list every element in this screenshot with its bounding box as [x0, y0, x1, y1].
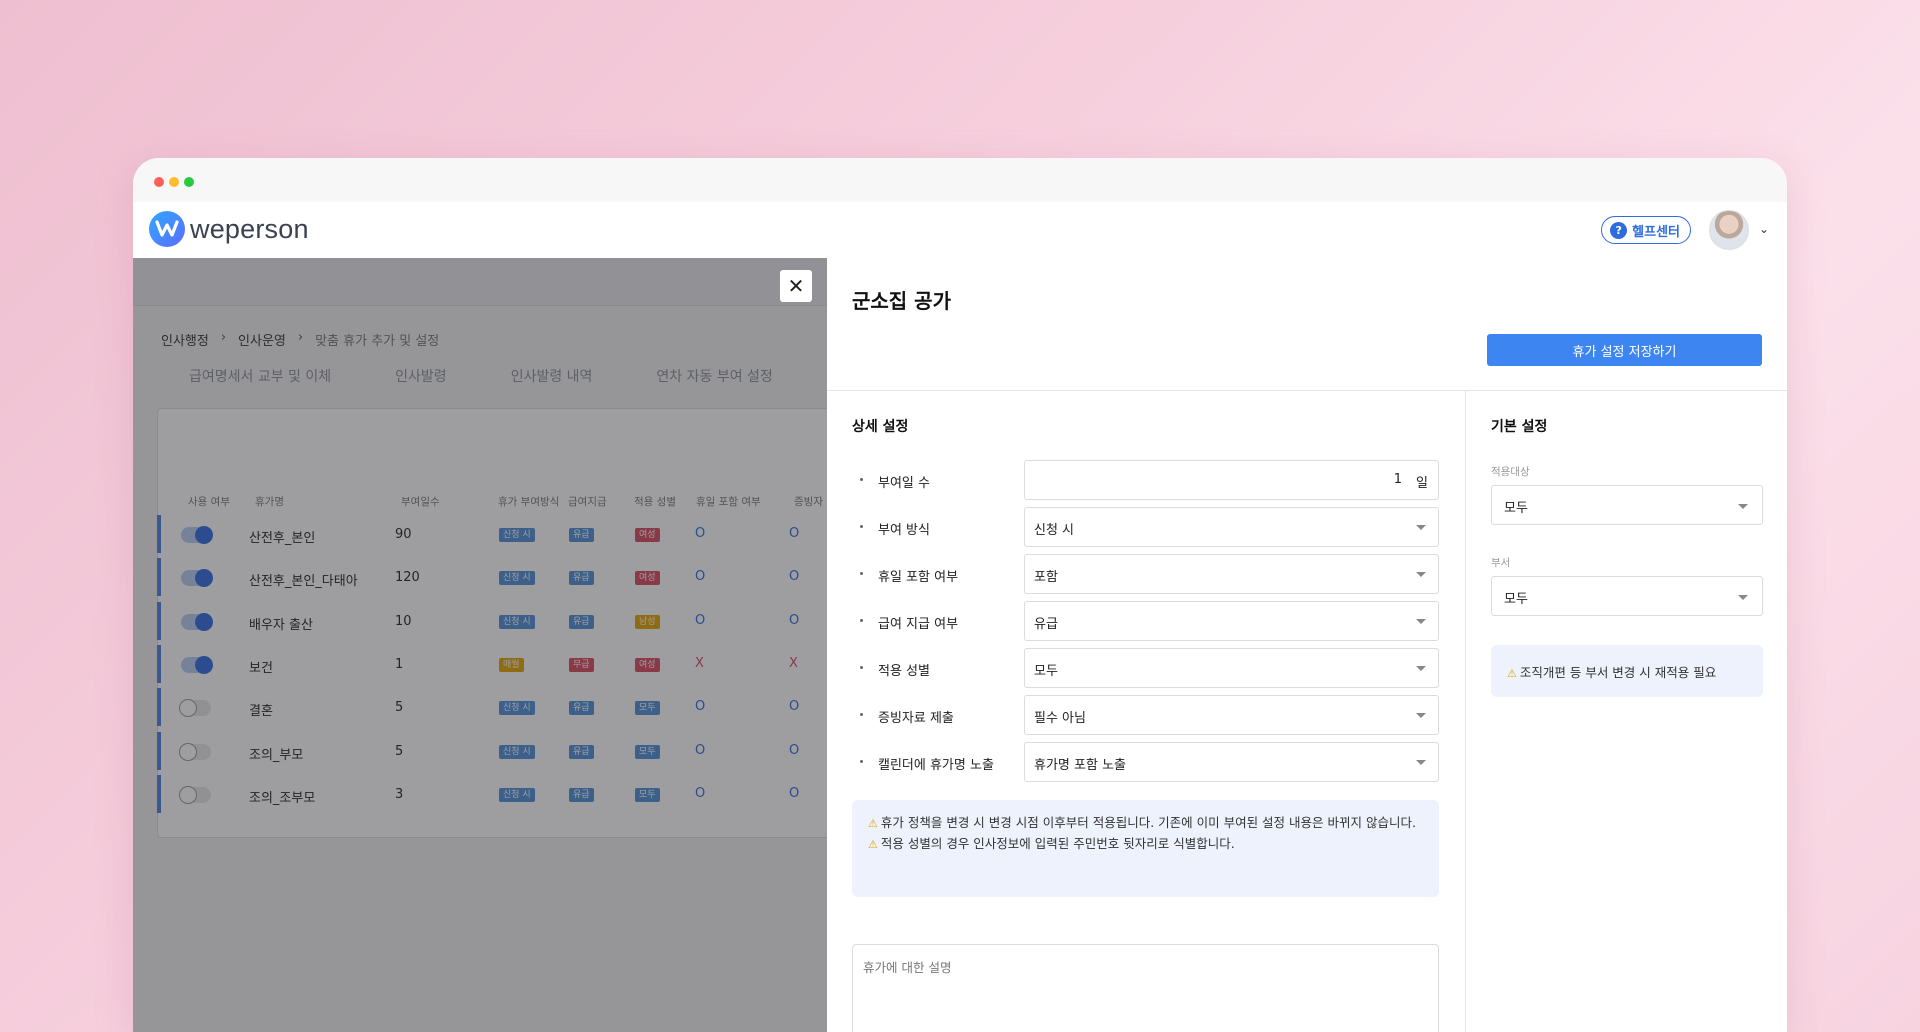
grant-method-select[interactable]: 신청 시 [1024, 507, 1439, 547]
field-proof: 증빙자료 제출 필수 아님 [852, 695, 1439, 735]
close-icon: ✕ [787, 274, 805, 298]
help-center-button[interactable]: ? 헬프센터 [1601, 216, 1691, 244]
notice-text: 조직개편 등 부서 변경 시 재적용 필요 [1519, 665, 1717, 680]
close-window-dot[interactable] [154, 177, 164, 187]
logo-icon [149, 211, 185, 247]
select-value: 포함 [1034, 570, 1058, 585]
field-include-holiday: 휴일 포함 여부 포함 [852, 554, 1439, 594]
bullet [860, 713, 863, 716]
field-grant-days: 부여일 수 1 일 [852, 460, 1439, 500]
gender-select[interactable]: 모두 [1024, 648, 1439, 688]
department-select[interactable]: 모두 [1491, 576, 1763, 616]
chevron-down-icon [1738, 504, 1748, 509]
include-holiday-select[interactable]: 포함 [1024, 554, 1439, 594]
logo-text: weperson [190, 213, 309, 244]
warning-icon: ⚠ [868, 817, 878, 830]
field-label: 증빙자료 제출 [878, 711, 954, 726]
chevron-down-icon [1416, 525, 1426, 530]
select-value: 모두 [1504, 592, 1528, 607]
field-label: 캘린더에 휴가명 노출 [878, 758, 994, 773]
policy-notice: ⚠ 휴가 정책을 변경 시 변경 시점 이후부터 적용됩니다. 기존에 이미 부여… [852, 800, 1439, 897]
notice-text: 적용 성별의 경우 인사정보에 입력된 주민번호 뒷자리로 식별합니다. [880, 836, 1235, 851]
window-titlebar [133, 158, 1787, 202]
divider [1465, 390, 1466, 1032]
chevron-down-icon [1416, 760, 1426, 765]
notice-line: ⚠ 적용 성별의 경우 인사정보에 입력된 주민번호 뒷자리로 식별합니다. [868, 834, 1423, 855]
leave-settings-panel: 군소집 공가 휴가 설정 저장하기 상세 설정 부여일 수 1 일 부여 방식 … [827, 258, 1787, 1032]
grant-days-value: 1 [1393, 472, 1402, 487]
field-label: 적용 성별 [878, 664, 930, 679]
department-notice: ⚠ 조직개편 등 부서 변경 시 재적용 필요 [1491, 645, 1763, 697]
close-panel-button[interactable]: ✕ [780, 270, 812, 302]
bullet [860, 478, 863, 481]
field-label: 휴일 포함 여부 [878, 570, 959, 585]
paid-select[interactable]: 유급 [1024, 601, 1439, 641]
chevron-down-icon[interactable]: ⌄ [1759, 222, 1769, 236]
description-textarea[interactable]: 휴가에 대한 설명 [852, 944, 1439, 1032]
logo[interactable]: weperson [149, 211, 309, 247]
chevron-down-icon [1416, 572, 1426, 577]
grant-days-input[interactable]: 1 일 [1024, 460, 1439, 500]
bullet [860, 525, 863, 528]
field-gender: 적용 성별 모두 [852, 648, 1439, 688]
basic-settings-title: 기본 설정 [1491, 419, 1548, 435]
notice-line: ⚠ 휴가 정책을 변경 시 변경 시점 이후부터 적용됩니다. 기존에 이미 부여… [868, 813, 1423, 834]
app-window: weperson ? 헬프센터 ⌄ 인사행정 › 인사운영 › 맞춤 휴가 추가… [133, 158, 1787, 1032]
target-label: 적용대상 [1491, 466, 1530, 478]
modal-overlay[interactable] [133, 258, 827, 1032]
chevron-down-icon [1738, 595, 1748, 600]
target-select[interactable]: 모두 [1491, 485, 1763, 525]
panel-title: 군소집 공가 [852, 289, 951, 313]
help-center-label: 헬프센터 [1632, 224, 1680, 240]
select-value: 모두 [1034, 664, 1058, 679]
bullet [860, 760, 863, 763]
field-paid: 급여 지급 여부 유급 [852, 601, 1439, 641]
background-page: 인사행정 › 인사운영 › 맞춤 휴가 추가 및 설정 급여명세서 교부 및 이… [133, 258, 827, 1032]
department-label: 부서 [1491, 557, 1511, 569]
warning-icon: ⚠ [868, 838, 878, 851]
bullet [860, 619, 863, 622]
divider [827, 390, 1787, 391]
field-label: 급여 지급 여부 [878, 617, 959, 632]
select-value: 유급 [1034, 617, 1058, 632]
warning-icon: ⚠ [1507, 667, 1517, 680]
notice-text: 휴가 정책을 변경 시 변경 시점 이후부터 적용됩니다. 기존에 이미 부여된… [880, 815, 1416, 830]
grant-days-unit: 일 [1416, 476, 1428, 491]
detail-settings-title: 상세 설정 [852, 419, 909, 435]
select-value: 신청 시 [1034, 523, 1075, 538]
save-leave-settings-button[interactable]: 휴가 설정 저장하기 [1487, 334, 1762, 366]
field-label: 부여일 수 [878, 476, 930, 491]
app-header: weperson ? 헬프센터 ⌄ [133, 202, 1787, 258]
description-placeholder: 휴가에 대한 설명 [863, 960, 952, 975]
chevron-down-icon [1416, 666, 1426, 671]
select-value: 필수 아님 [1034, 711, 1086, 726]
proof-select[interactable]: 필수 아님 [1024, 695, 1439, 735]
field-grant-method: 부여 방식 신청 시 [852, 507, 1439, 547]
bullet [860, 666, 863, 669]
maximize-window-dot[interactable] [184, 177, 194, 187]
select-value: 모두 [1504, 501, 1528, 516]
avatar[interactable] [1709, 210, 1749, 250]
bullet [860, 572, 863, 575]
select-value: 휴가명 포함 노출 [1034, 758, 1126, 773]
field-calendar-display: 캘린더에 휴가명 노출 휴가명 포함 노출 [852, 742, 1439, 782]
chevron-down-icon [1416, 619, 1426, 624]
field-label: 부여 방식 [878, 523, 930, 538]
calendar-display-select[interactable]: 휴가명 포함 노출 [1024, 742, 1439, 782]
minimize-window-dot[interactable] [169, 177, 179, 187]
chevron-down-icon [1416, 713, 1426, 718]
question-icon: ? [1610, 221, 1628, 239]
